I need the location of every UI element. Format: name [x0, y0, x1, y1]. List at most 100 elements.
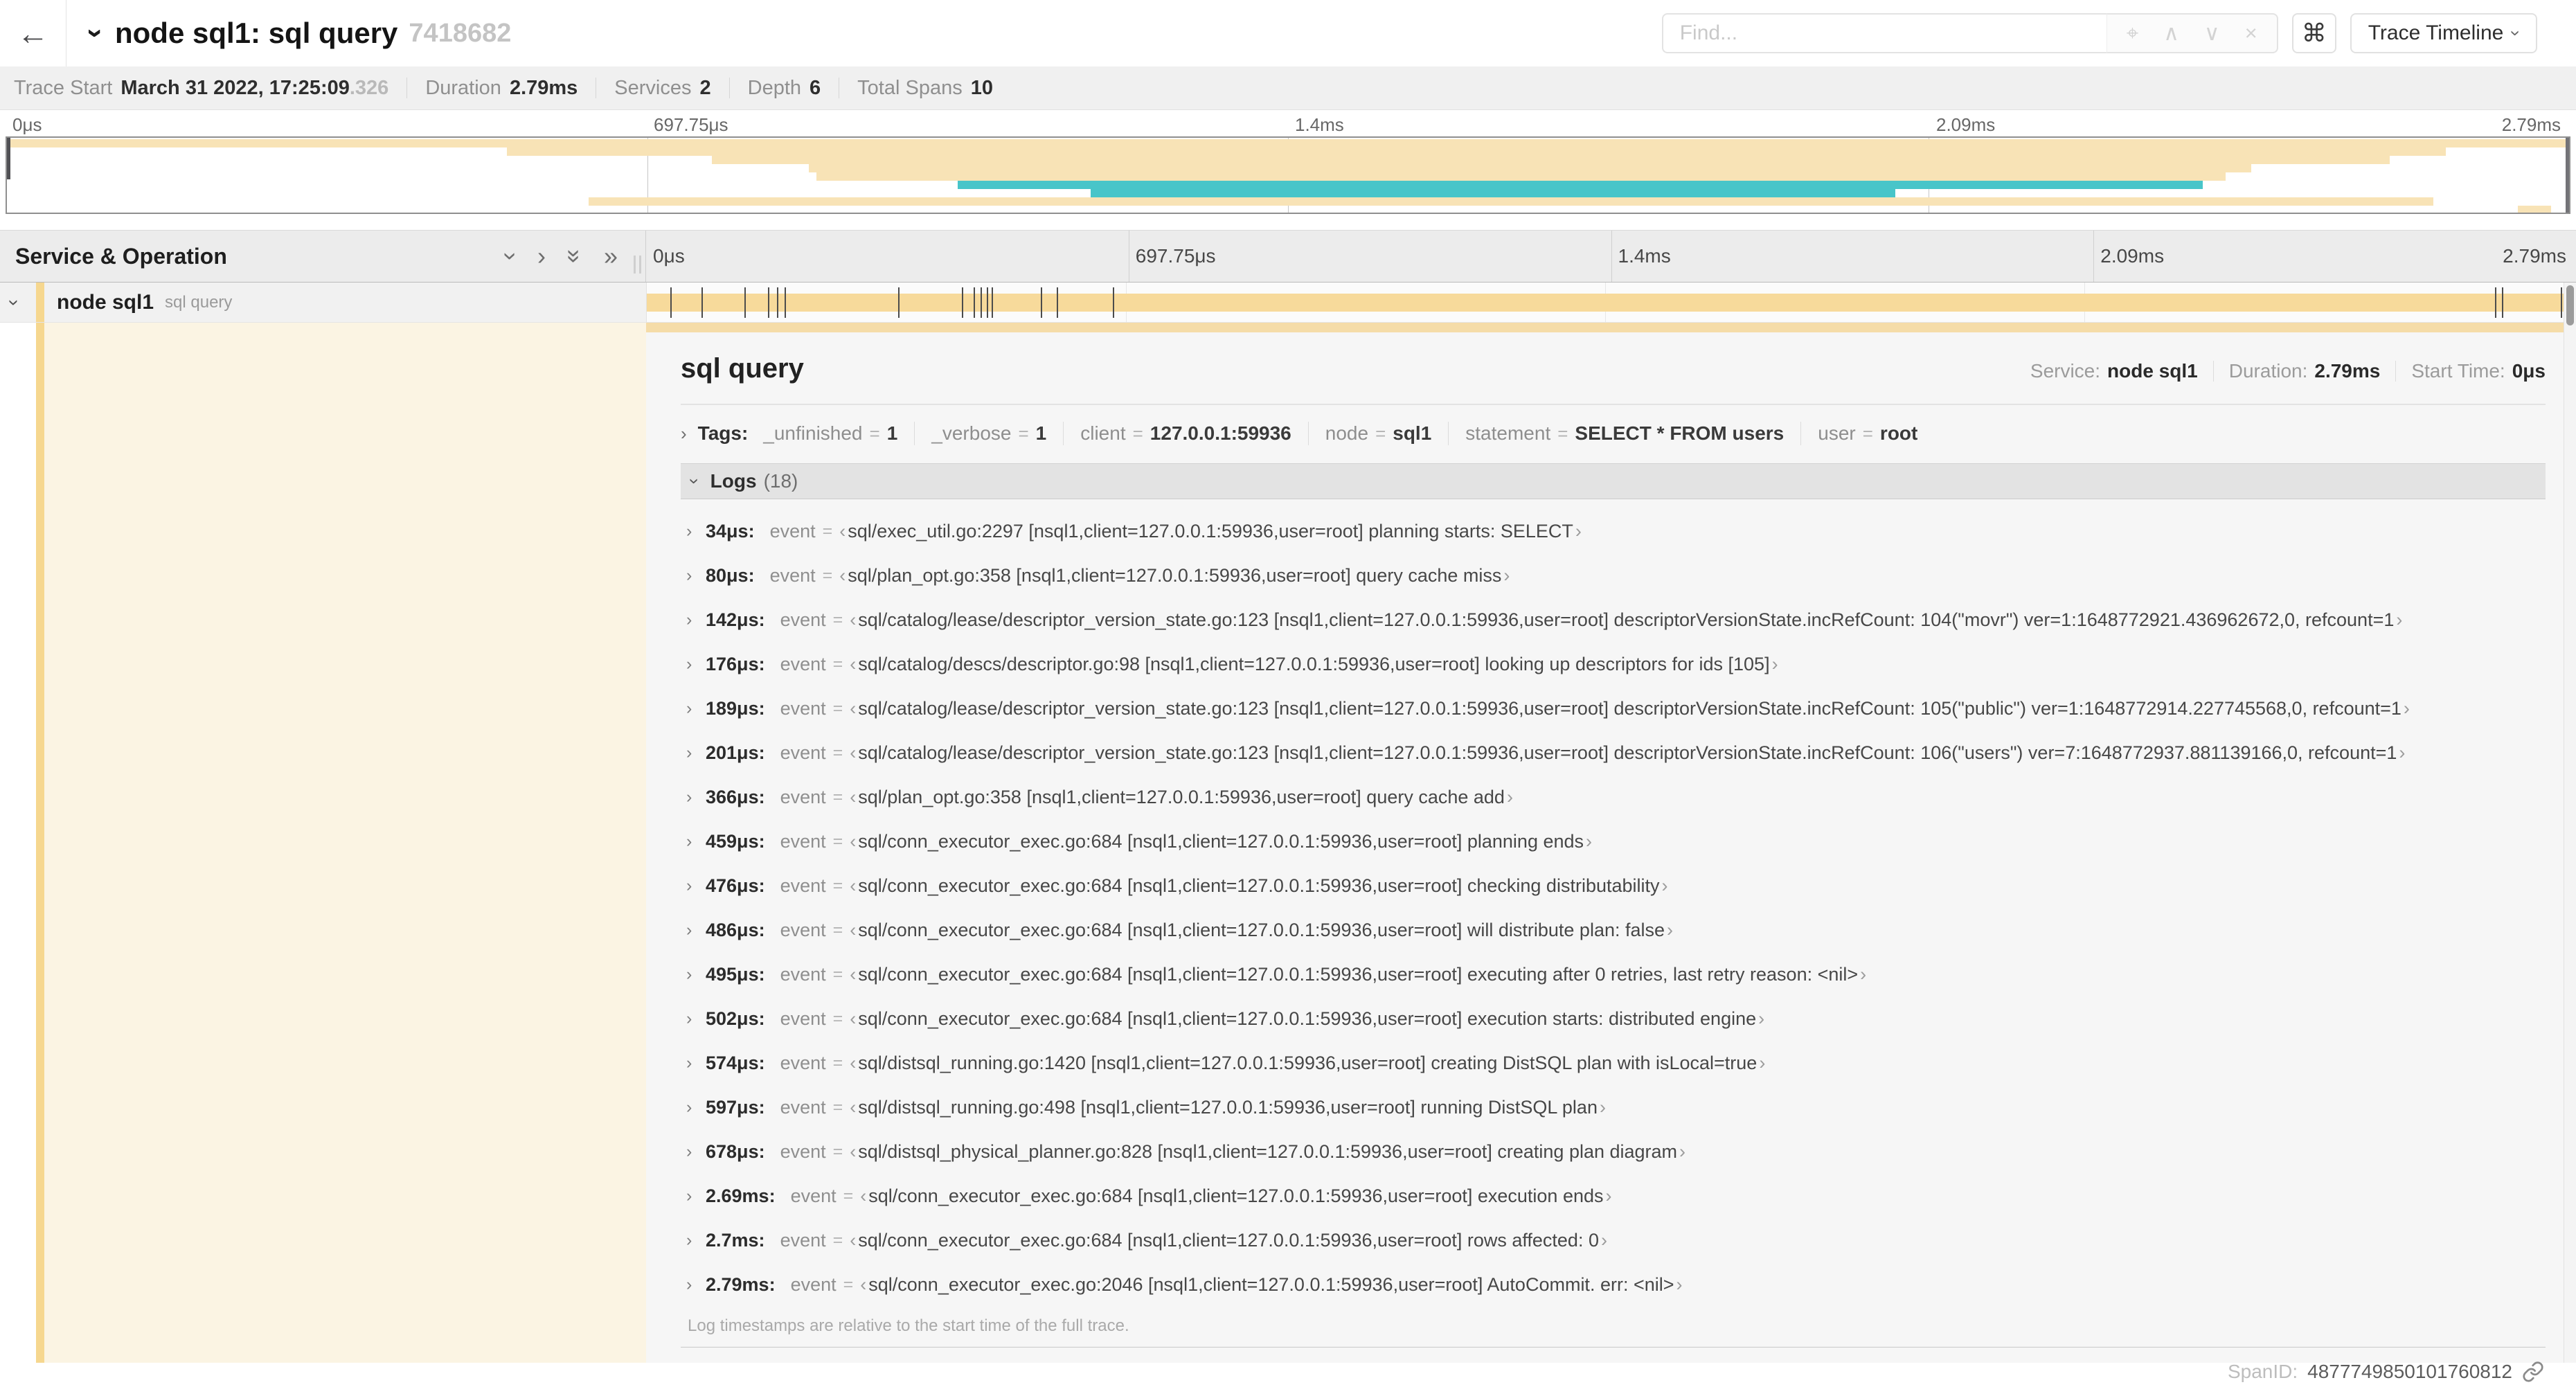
log-marker[interactable] — [1057, 287, 1059, 318]
view-dropdown-button[interactable]: Trace Timeline › — [2350, 13, 2537, 53]
log-equals: = — [832, 1097, 843, 1117]
log-expand-chevron-icon[interactable]: › — [681, 744, 706, 762]
logs-header[interactable]: › Logs (18) — [681, 463, 2546, 499]
tag-item[interactable]: _unfinished = 1 — [763, 422, 897, 445]
log-entry[interactable]: › 476μs: event = ‹ sql/conn_executor_exec.go:… — [681, 863, 2546, 908]
log-marker[interactable] — [701, 287, 704, 318]
span-collapse-chevron-icon[interactable]: › — [4, 299, 26, 305]
log-marker[interactable] — [962, 287, 964, 318]
tags-expand-chevron-icon[interactable]: › — [681, 424, 687, 442]
log-expand-chevron-icon[interactable]: › — [681, 832, 706, 850]
log-expand-chevron-icon[interactable]: › — [681, 699, 706, 717]
log-expand-chevron-icon[interactable]: › — [681, 655, 706, 673]
log-marker[interactable] — [981, 287, 983, 318]
log-entry[interactable]: › 34μs: event = ‹ sql/exec_util.go:2297 [nsql… — [681, 509, 2546, 553]
log-entry[interactable]: › 80μs: event = ‹ sql/plan_opt.go:358 [nsql1,… — [681, 553, 2546, 598]
locate-icon[interactable]: ⌖ — [2127, 21, 2138, 46]
minimap-right-drag-handle[interactable] — [2566, 138, 2569, 213]
log-timestamp: 176μs: — [706, 653, 765, 674]
log-entry[interactable]: › 2.79ms: event = ‹ sql/conn_executor_exec.go… — [681, 1262, 2546, 1307]
summary-value-fraction: .326 — [349, 76, 389, 99]
log-marker[interactable] — [767, 287, 769, 318]
span-row[interactable]: › node sql1 sql query — [0, 283, 2564, 323]
tag-item[interactable]: statement = SELECT * FROM users — [1465, 422, 1784, 445]
log-open-quote: ‹ — [860, 1185, 867, 1206]
collapse-all-icon[interactable]: » — [561, 249, 589, 263]
next-match-icon[interactable]: ∨ — [2204, 21, 2220, 46]
span-row-timeline-cell[interactable] — [646, 283, 2564, 322]
prev-match-icon[interactable]: ∧ — [2163, 21, 2179, 46]
log-entry[interactable]: › 486μs: event = ‹ sql/conn_executor_exec.go:… — [681, 908, 2546, 952]
log-entry[interactable]: › 366μs: event = ‹ sql/plan_opt.go:358 [nsql1… — [681, 775, 2546, 819]
logs-collapse-chevron-icon[interactable]: › — [684, 478, 705, 485]
log-marker[interactable] — [2501, 287, 2503, 318]
tag-item[interactable]: user = root — [1818, 422, 1917, 445]
scrollbar-thumb[interactable] — [2566, 285, 2574, 325]
back-button[interactable]: ← — [0, 0, 66, 66]
minimap-ruler: 0μs 697.75μs 1.4ms 2.09ms 2.79ms — [6, 111, 2570, 136]
tag-item[interactable]: client = 127.0.0.1:59936 — [1080, 422, 1291, 445]
log-entry[interactable]: › 597μs: event = ‹ sql/distsql_running.go:498… — [681, 1085, 2546, 1129]
log-entry[interactable]: › 201μs: event = ‹ sql/catalog/lease/descript… — [681, 731, 2546, 775]
log-open-quote: ‹ — [850, 1008, 857, 1029]
tag-equals: = — [1557, 422, 1568, 444]
expand-one-icon[interactable]: › — [537, 244, 546, 269]
span-row-name-cell[interactable]: › node sql1 sql query — [0, 283, 646, 322]
log-marker[interactable] — [785, 287, 787, 318]
log-marker[interactable] — [2560, 287, 2562, 318]
find-input[interactable] — [1661, 13, 2107, 53]
log-entry[interactable]: › 176μs: event = ‹ sql/catalog/descs/descript… — [681, 642, 2546, 686]
log-marker[interactable] — [670, 287, 672, 318]
log-entry[interactable]: › 502μs: event = ‹ sql/conn_executor_exec.go:… — [681, 996, 2546, 1041]
log-marker[interactable] — [987, 287, 989, 318]
log-entry[interactable]: › 2.7ms: event = ‹ sql/conn_executor_exec.go:… — [681, 1218, 2546, 1262]
tag-item[interactable]: node = sql1 — [1325, 422, 1432, 445]
log-entry[interactable]: › 495μs: event = ‹ sql/conn_executor_exec.go:… — [681, 952, 2546, 996]
expand-all-icon[interactable]: » — [604, 244, 618, 269]
log-entry[interactable]: › 678μs: event = ‹ sql/distsql_physical_plann… — [681, 1129, 2546, 1174]
log-expand-chevron-icon[interactable]: › — [681, 965, 706, 983]
column-resizer-grip[interactable] — [634, 256, 641, 274]
log-entry[interactable]: › 142μs: event = ‹ sql/catalog/lease/descript… — [681, 598, 2546, 642]
tag-key: client — [1080, 422, 1126, 444]
log-marker[interactable] — [2494, 287, 2496, 318]
log-expand-chevron-icon[interactable]: › — [681, 1276, 706, 1294]
collapse-one-icon[interactable]: › — [497, 252, 526, 260]
log-expand-chevron-icon[interactable]: › — [681, 1187, 706, 1205]
minimap-left-drag-handle[interactable] — [7, 138, 10, 180]
log-entry[interactable]: › 2.69ms: event = ‹ sql/conn_executor_exec.go… — [681, 1174, 2546, 1218]
tag-item[interactable]: _verbose = 1 — [931, 422, 1046, 445]
log-expand-chevron-icon[interactable]: › — [681, 788, 706, 806]
timeline-gridline — [2093, 231, 2095, 282]
span-duration-bar[interactable] — [647, 293, 2564, 312]
log-entry[interactable]: › 459μs: event = ‹ sql/conn_executor_exec.go:… — [681, 819, 2546, 863]
log-expand-chevron-icon[interactable]: › — [681, 1010, 706, 1028]
log-entry[interactable]: › 189μs: event = ‹ sql/catalog/lease/descript… — [681, 686, 2546, 731]
log-expand-chevron-icon[interactable]: › — [681, 522, 706, 540]
log-marker[interactable] — [1112, 287, 1114, 318]
log-marker[interactable] — [898, 287, 900, 318]
log-expand-chevron-icon[interactable]: › — [681, 1143, 706, 1161]
log-marker[interactable] — [974, 287, 976, 318]
log-expand-chevron-icon[interactable]: › — [681, 1098, 706, 1116]
log-expand-chevron-icon[interactable]: › — [681, 566, 706, 584]
log-field-key: event — [769, 520, 816, 542]
summary-value: 10 — [970, 76, 993, 99]
timeline-minimap[interactable] — [6, 136, 2570, 214]
log-expand-chevron-icon[interactable]: › — [681, 1054, 706, 1072]
log-expand-chevron-icon[interactable]: › — [681, 1231, 706, 1249]
trace-collapse-chevron-icon[interactable]: › — [80, 28, 113, 38]
log-expand-chevron-icon[interactable]: › — [681, 921, 706, 939]
log-expand-chevron-icon[interactable]: › — [681, 611, 706, 629]
log-marker[interactable] — [776, 287, 778, 318]
tags-row[interactable]: › Tags: _unfinished = 1 _verbose = 1 client = 12… — [681, 422, 2546, 445]
log-marker[interactable] — [1041, 287, 1043, 318]
clear-search-icon[interactable]: × — [2245, 21, 2257, 46]
log-expand-chevron-icon[interactable]: › — [681, 877, 706, 895]
log-marker[interactable] — [992, 287, 994, 318]
log-entry[interactable]: › 574μs: event = ‹ sql/distsql_running.go:142… — [681, 1041, 2546, 1085]
vertical-scrollbar[interactable] — [2564, 283, 2576, 1363]
log-marker[interactable] — [744, 287, 746, 318]
deep-link-icon[interactable] — [2522, 1361, 2544, 1383]
keyboard-shortcuts-button[interactable]: ⌘ — [2291, 13, 2336, 53]
